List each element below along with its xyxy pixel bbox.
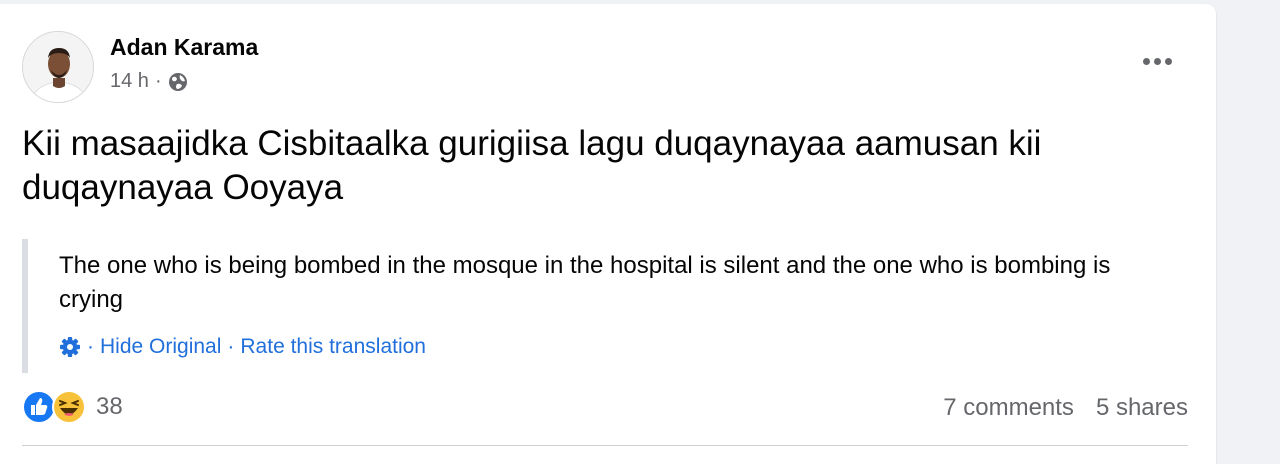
engagement-counts: 7 comments 5 shares (943, 394, 1188, 422)
more-options-icon[interactable] (1137, 46, 1177, 76)
gear-icon[interactable] (59, 336, 81, 358)
shares-count[interactable]: 5 shares (1096, 394, 1188, 422)
post-text: Kii masaajidka Cisbitaalka gurigiisa lag… (22, 124, 1042, 207)
translation-dot: · (227, 335, 235, 358)
translation-block: The one who is being bombed in the mosqu… (22, 239, 1198, 373)
meta-separator: · (154, 70, 162, 92)
globe-icon[interactable] (168, 72, 188, 92)
translated-text: The one who is being bombed in the mosqu… (59, 252, 1111, 313)
post-card: Adan Karama 14 h · Kii masaajidka Cisbit… (0, 4, 1216, 464)
rate-translation-link[interactable]: Rate this translation (240, 335, 426, 359)
haha-icon (52, 390, 86, 424)
reactions-summary[interactable]: 38 (22, 390, 123, 424)
hide-original-link[interactable]: Hide Original (100, 335, 221, 359)
comments-count[interactable]: 7 comments (943, 394, 1074, 422)
post-time[interactable]: 14 h (110, 70, 149, 93)
like-icon (22, 390, 56, 424)
author-name[interactable]: Adan Karama (110, 34, 258, 61)
divider (22, 445, 1188, 446)
reaction-count: 38 (96, 393, 123, 420)
post-meta: 14 h · (110, 70, 188, 93)
avatar-image (23, 32, 93, 102)
translation-actions: · Hide Original · Rate this translation (59, 335, 426, 359)
translation-dot: · (87, 335, 94, 358)
avatar[interactable] (22, 31, 94, 103)
